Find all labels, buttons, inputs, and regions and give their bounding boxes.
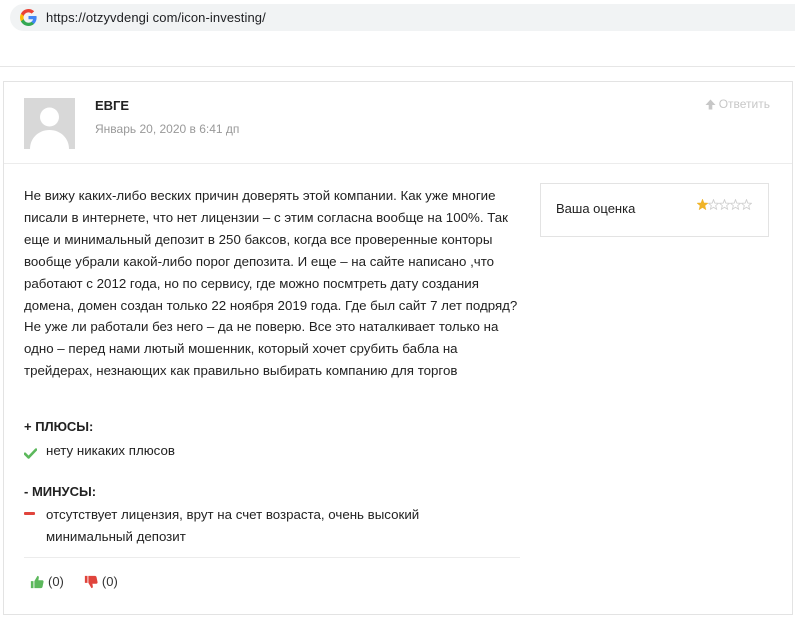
comment-author[interactable]: ЕВГЕ (95, 98, 129, 113)
url-text[interactable]: https://otzyvdengi com/icon-investing/ (46, 10, 266, 25)
dislike-count: (0) (101, 574, 118, 589)
comment-header: ЕВГЕ Январь 20, 2020 в 6:41 дп Ответить (4, 82, 792, 164)
star-icon[interactable] (697, 199, 708, 210)
vote-bar: (0) (0) (30, 574, 138, 589)
star-icon[interactable] (708, 199, 719, 210)
check-icon (23, 440, 38, 466)
star-icon[interactable] (730, 199, 741, 210)
browser-toolbar: https://otzyvdengi com/icon-investing/ (0, 0, 795, 67)
comment-text: Не вижу каких-либо веских причин доверят… (24, 188, 518, 379)
like-count: (0) (48, 574, 64, 589)
cons-item: отсутствует лицензия, врут на счет возра… (24, 504, 464, 548)
comment-card: ЕВГЕ Январь 20, 2020 в 6:41 дп Ответить … (3, 81, 793, 615)
cons-text: отсутствует лицензия, врут на счет возра… (46, 507, 420, 544)
user-placeholder-icon (24, 98, 75, 149)
like-button[interactable]: (0) (30, 574, 64, 589)
star-icon[interactable] (719, 199, 730, 210)
star-icon[interactable] (741, 199, 752, 210)
pros-item: нету никаких плюсов (23, 440, 175, 466)
rating-box: Ваша оценка (540, 183, 769, 237)
divider (24, 557, 520, 558)
minus-icon (24, 504, 38, 548)
thumbs-up-icon (30, 575, 44, 588)
google-icon (20, 9, 37, 26)
arrow-up-icon (705, 99, 716, 109)
star-rating (697, 199, 752, 210)
cons-title: - МИНУСЫ: (24, 484, 97, 499)
rating-label: Ваша оценка (556, 201, 636, 216)
thumbs-down-icon (84, 575, 98, 588)
comment-date[interactable]: Январь 20, 2020 в 6:41 дп (95, 122, 239, 136)
pros-text: нету никаких плюсов (46, 443, 175, 458)
dislike-button[interactable]: (0) (84, 574, 118, 589)
pros-title: + ПЛЮСЫ: (24, 419, 94, 434)
avatar (24, 98, 75, 149)
reply-label: Ответить (718, 97, 770, 111)
reply-button[interactable]: Ответить (705, 97, 770, 111)
address-bar[interactable]: https://otzyvdengi com/icon-investing/ (10, 4, 795, 31)
